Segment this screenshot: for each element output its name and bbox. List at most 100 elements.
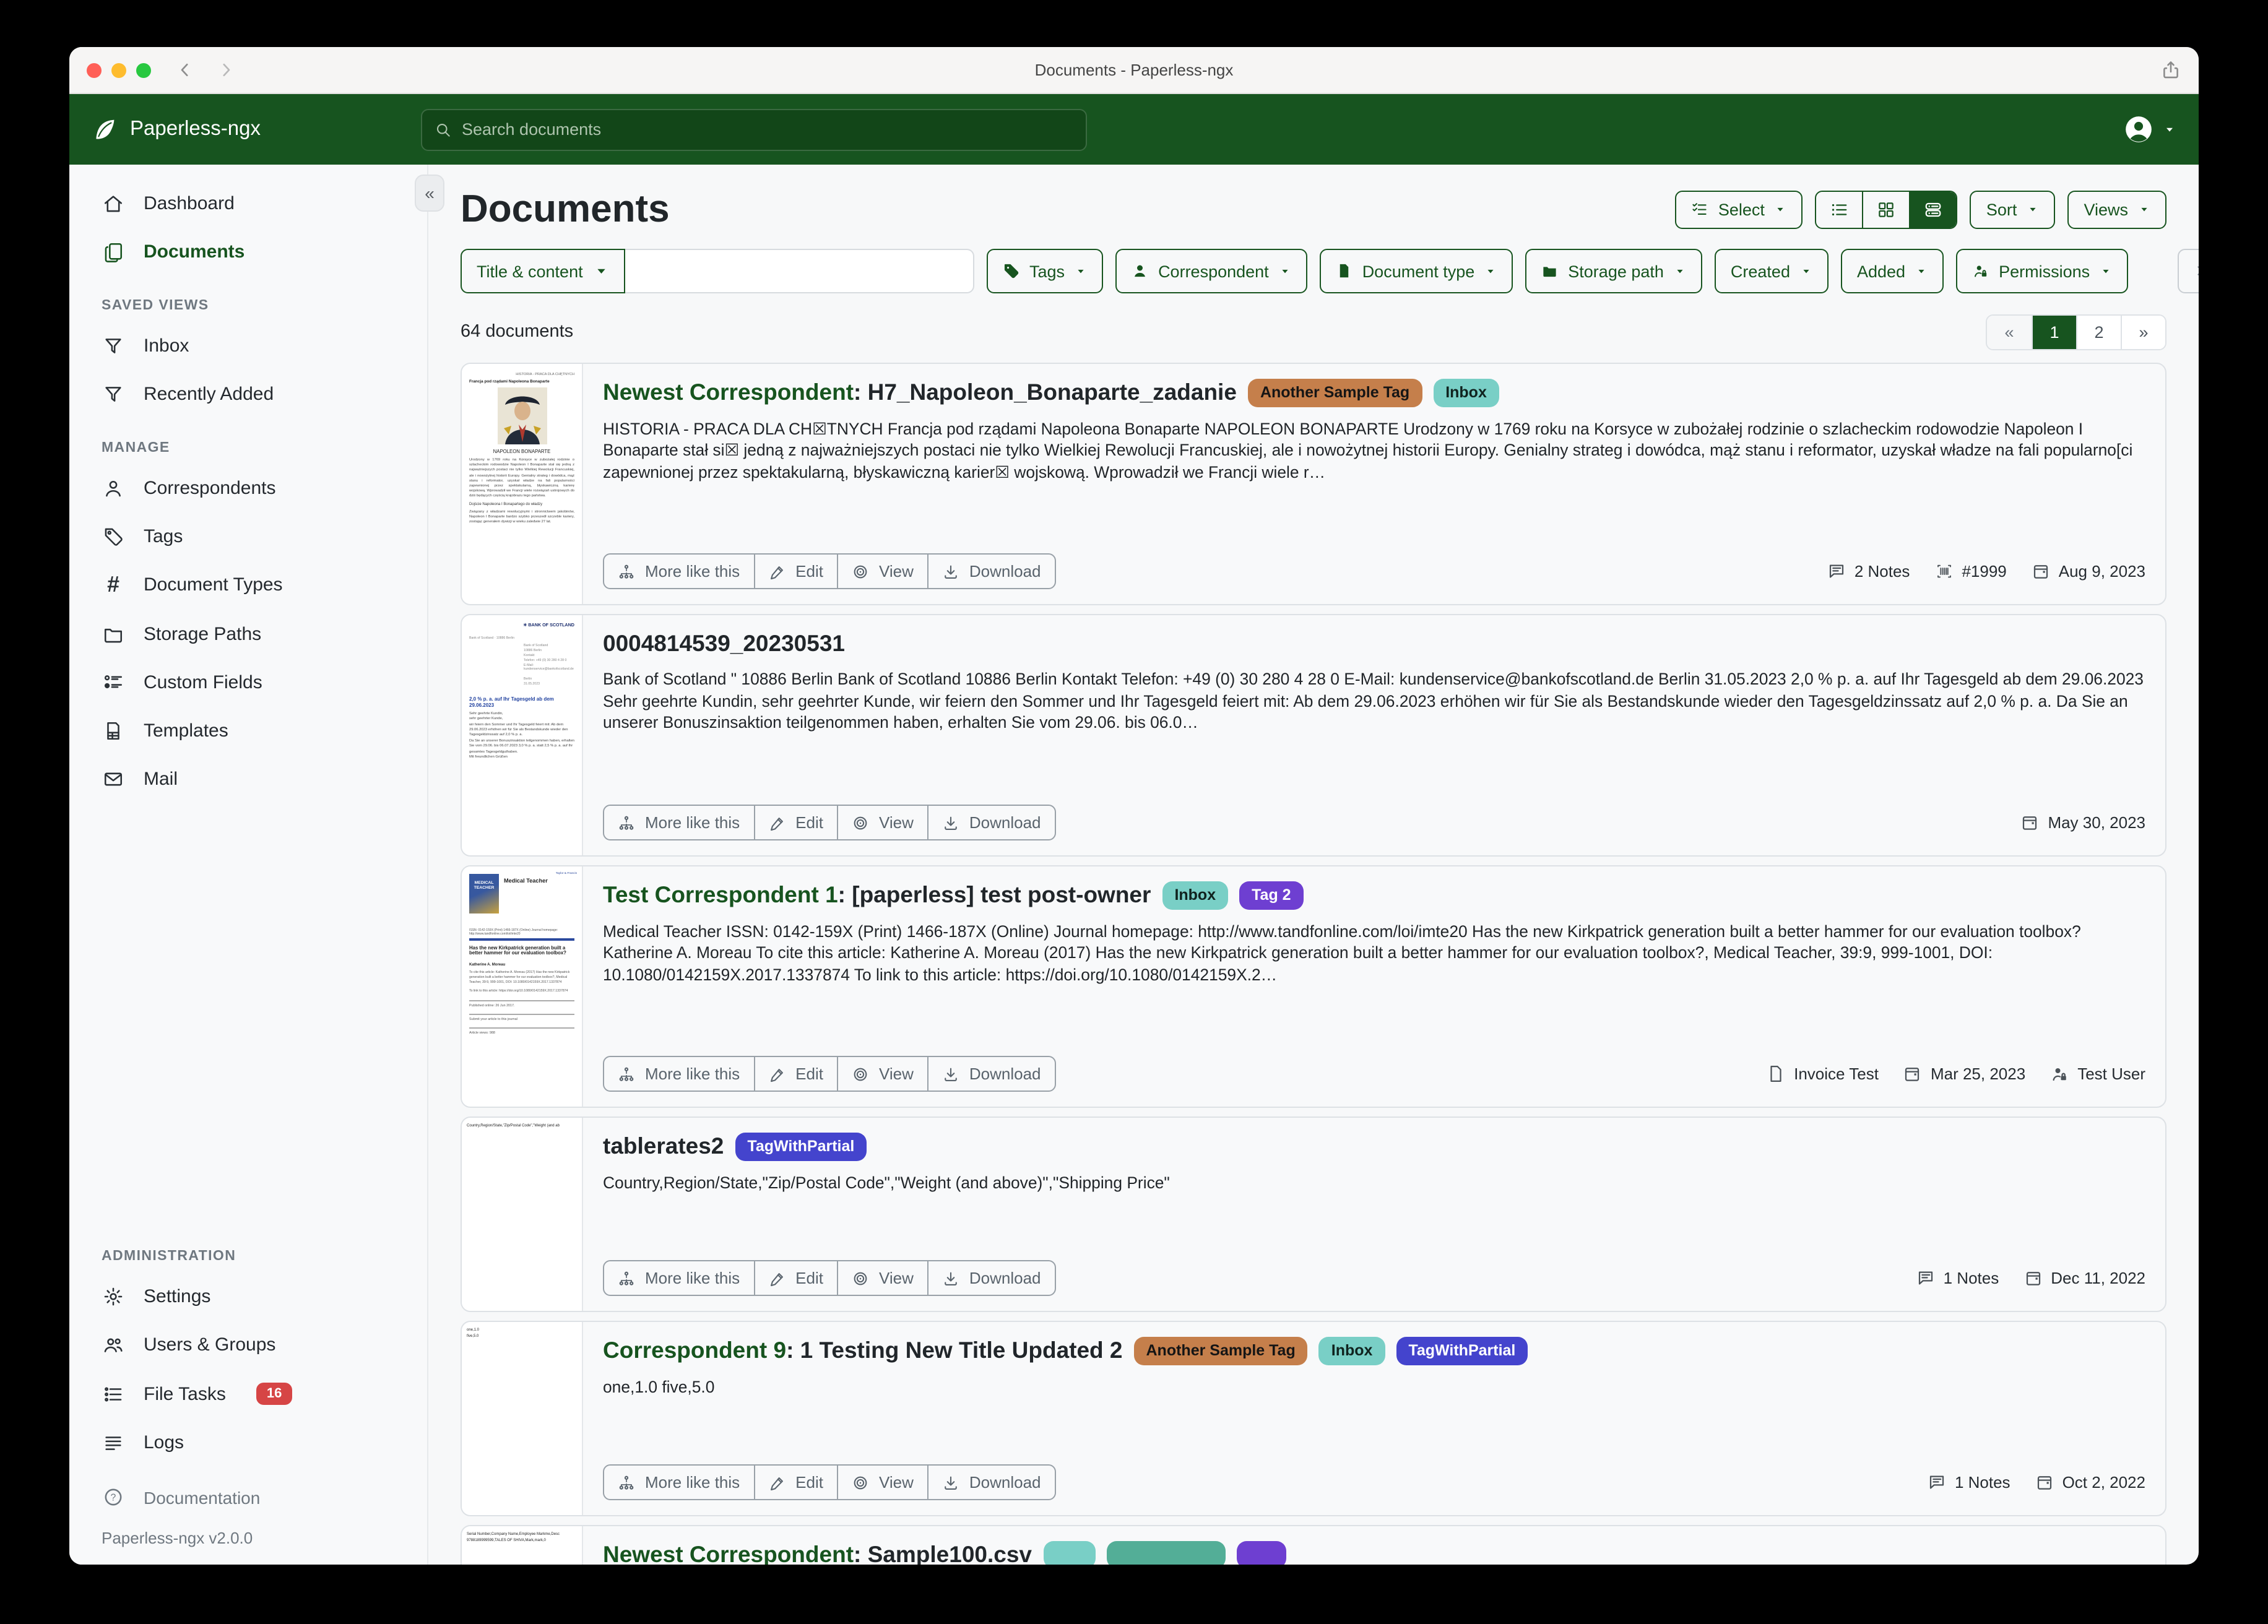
collapse-sidebar-button[interactable]: « [415, 175, 444, 212]
view-button[interactable]: View [837, 805, 928, 840]
document-title[interactable]: Newest Correspondent: Sample100.csv [603, 1541, 1032, 1565]
view-button[interactable]: View [837, 553, 928, 589]
permissions-filter-button[interactable]: Permissions [1956, 249, 2128, 293]
title-content-filter-button[interactable]: Title & content [461, 249, 626, 293]
sidebar-item-documentation[interactable]: ? Documentation [69, 1467, 427, 1521]
sidebar-item-document-types[interactable]: # Document Types [69, 561, 427, 610]
download-button[interactable]: Download [927, 805, 1056, 840]
pagination-next-button[interactable]: » [2121, 315, 2165, 348]
document-thumbnail[interactable]: Taylor & Francis MEDICAL TEACHER Medical… [462, 866, 583, 1107]
tag-pill[interactable] [1106, 1541, 1225, 1565]
document-thumbnail[interactable]: one,1.0 five,5.0 [462, 1322, 583, 1515]
tag-pill[interactable]: Inbox [1433, 379, 1499, 407]
tag-pill[interactable]: Another Sample Tag [1134, 1337, 1308, 1365]
edit-button[interactable]: Edit [753, 1056, 838, 1092]
document-title[interactable]: Test Correspondent 1: [paperless] test p… [603, 882, 1151, 909]
sidebar-item-inbox[interactable]: Inbox [69, 322, 427, 370]
notes-count[interactable]: 1 Notes [1916, 1269, 1999, 1287]
sidebar-item-dashboard[interactable]: Dashboard [69, 179, 427, 228]
sidebar-item-documents[interactable]: Documents [69, 228, 427, 276]
zoom-window-button[interactable] [136, 63, 151, 77]
app-brand[interactable]: Paperless-ngx [92, 116, 421, 142]
main-content: Documents Select Sort [428, 165, 2199, 1565]
document-title[interactable]: 0004814539_20230531 [603, 630, 845, 657]
reset-filters-button[interactable]: Reset filters [2178, 249, 2199, 293]
search-input[interactable] [462, 120, 1073, 139]
sidebar-item-file-tasks[interactable]: File Tasks 16 [69, 1369, 427, 1419]
sort-button[interactable]: Sort [1970, 190, 2056, 228]
share-icon[interactable] [2160, 59, 2181, 80]
document-title[interactable]: tablerates2 [603, 1133, 724, 1160]
sidebar-item-storage-paths[interactable]: Storage Paths [69, 610, 427, 659]
document-thumbnail[interactable]: ✳ BANK OF SCOTLAND Bank of Scotland · 10… [462, 615, 583, 855]
download-button[interactable]: Download [927, 1056, 1056, 1092]
pagination-page-2-button[interactable]: 2 [2076, 315, 2121, 348]
more-like-this-button[interactable]: More like this [603, 1260, 755, 1296]
document-card: Serial Number,Company Name,Employee Mark… [461, 1525, 2166, 1565]
document-thumbnail[interactable]: HISTORIA - PRACA DLA CHĘTNYCH Francja po… [462, 364, 583, 604]
tags-filter-button[interactable]: Tags [987, 249, 1103, 293]
close-window-button[interactable] [87, 63, 102, 77]
caret-down-icon [1775, 203, 1787, 215]
edit-button[interactable]: Edit [753, 1464, 838, 1500]
back-icon[interactable] [176, 61, 194, 79]
edit-button[interactable]: Edit [753, 553, 838, 589]
sidebar-item-settings[interactable]: Settings [69, 1272, 427, 1321]
select-button[interactable]: Select [1676, 190, 1803, 228]
notes-count[interactable]: 1 Notes [1928, 1473, 2010, 1492]
sidebar-item-recently-added[interactable]: Recently Added [69, 370, 427, 418]
tag-pill[interactable]: Another Sample Tag [1248, 379, 1422, 407]
pencil-icon [768, 563, 786, 580]
added-filter-button[interactable]: Added [1841, 249, 1944, 293]
view-mode-detail-button[interactable] [1910, 191, 1957, 227]
tag-pill[interactable]: Inbox [1162, 881, 1228, 909]
more-like-this-button[interactable]: More like this [603, 1464, 755, 1500]
more-like-this-button[interactable]: More like this [603, 805, 755, 840]
pagination-page-1-button[interactable]: 1 [2032, 315, 2076, 348]
tag-pill[interactable]: TagWithPartial [735, 1133, 867, 1160]
document-title[interactable]: Newest Correspondent: H7_Napoleon_Bonapa… [603, 379, 1237, 407]
sidebar-item-logs[interactable]: Logs [69, 1419, 427, 1467]
storage-path-filter-button[interactable]: Storage path [1525, 249, 1702, 293]
download-button[interactable]: Download [927, 553, 1056, 589]
download-button[interactable]: Download [927, 1260, 1056, 1296]
pagination-prev-button[interactable]: « [1987, 315, 2032, 348]
more-like-this-button[interactable]: More like this [603, 1056, 755, 1092]
document-type-filter-button[interactable]: Document type [1320, 249, 1513, 293]
more-like-this-button[interactable]: More like this [603, 553, 755, 589]
view-button[interactable]: View [837, 1260, 928, 1296]
avatar-icon [2123, 114, 2154, 145]
minimize-window-button[interactable] [111, 63, 126, 77]
download-button[interactable]: Download [927, 1464, 1056, 1500]
sidebar-item-templates[interactable]: Templates [69, 707, 427, 755]
thumb-text: Bank of Scotland 10886 Berlin Kontakt Te… [524, 644, 574, 687]
sidebar-item-tags[interactable]: Tags [69, 512, 427, 561]
document-actions: More like this Edit View Download [603, 1464, 1056, 1500]
tag-pill[interactable]: Inbox [1319, 1337, 1385, 1365]
forward-icon[interactable] [217, 61, 235, 79]
document-title[interactable]: Correspondent 9: 1 Testing New Title Upd… [603, 1337, 1123, 1365]
view-mode-list-button[interactable] [1817, 191, 1863, 227]
sidebar-item-correspondents[interactable]: Correspondents [69, 464, 427, 512]
user-menu[interactable] [2123, 114, 2176, 145]
tag-pill[interactable]: Tag 2 [1239, 881, 1303, 909]
view-mode-grid-button[interactable] [1863, 191, 1910, 227]
tag-pill[interactable] [1043, 1541, 1095, 1565]
document-thumbnail[interactable]: Country,Region/State,"Zip/Postal Code","… [462, 1118, 583, 1311]
correspondent-filter-button[interactable]: Correspondent [1115, 249, 1307, 293]
notes-count[interactable]: 2 Notes [1827, 562, 1910, 581]
detail-view-icon [1924, 200, 1943, 218]
edit-button[interactable]: Edit [753, 1260, 838, 1296]
filter-query-input[interactable] [626, 249, 974, 293]
view-button[interactable]: View [837, 1464, 928, 1500]
edit-button[interactable]: Edit [753, 805, 838, 840]
view-button[interactable]: View [837, 1056, 928, 1092]
document-thumbnail[interactable]: Serial Number,Company Name,Employee Mark… [462, 1526, 583, 1565]
sidebar-item-users-groups[interactable]: Users & Groups [69, 1321, 427, 1369]
tag-pill[interactable] [1236, 1541, 1286, 1565]
views-button[interactable]: Views [2067, 190, 2166, 228]
tag-pill[interactable]: TagWithPartial [1396, 1337, 1528, 1365]
created-filter-button[interactable]: Created [1715, 249, 1829, 293]
sidebar-item-mail[interactable]: Mail [69, 755, 427, 803]
sidebar-item-custom-fields[interactable]: Custom Fields [69, 659, 427, 707]
